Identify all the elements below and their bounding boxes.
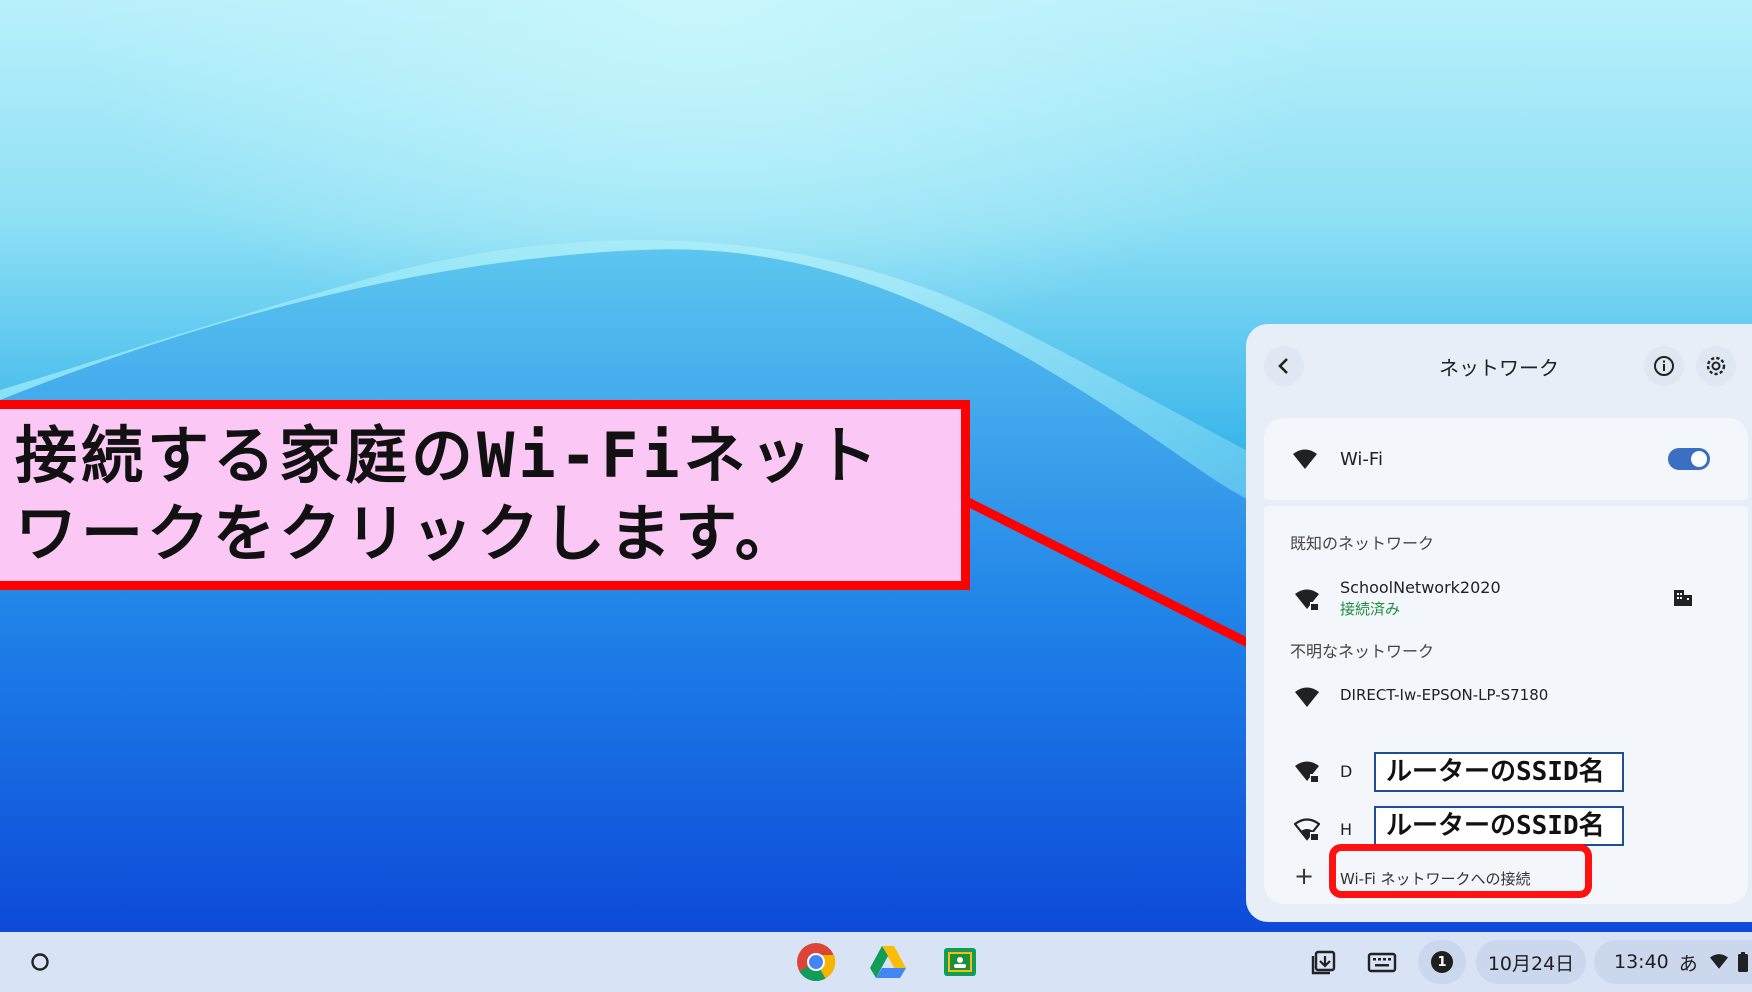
notification-count: 1 [1431,951,1453,973]
gear-icon [1706,356,1726,376]
chrome-icon[interactable] [796,942,836,982]
network-name-partial: D [1340,762,1353,781]
shelf: 1 10月24日 13:40 あ [0,932,1752,992]
battery-icon [1737,952,1748,972]
network-name: SchoolNetwork2020 [1340,578,1501,597]
launcher-icon [31,953,49,971]
wifi-label: Wi-Fi [1340,449,1383,470]
clock-text: 13:40 [1614,951,1669,973]
ime-indicator: あ [1678,952,1698,975]
highlight-box [1329,844,1592,898]
wifi-lock-icon [1295,761,1319,782]
network-name: DIRECT-Iw-EPSON-LP-S7180 [1340,686,1549,704]
unknown-networks-heading: 不明なネットワーク [1290,642,1435,661]
network-item-router-1[interactable]: D ルーターのSSID名 [1264,746,1748,796]
network-item-epson[interactable]: DIRECT-Iw-EPSON-LP-S7180 [1264,666,1748,724]
info-button[interactable] [1644,346,1684,386]
wifi-icon [1295,687,1319,707]
annotation-callout: 接続する家庭のWi-Fiネット ワークをクリックします。 [0,400,970,590]
known-networks-heading: 既知のネットワーク [1290,534,1435,553]
classroom-icon[interactable] [940,942,980,982]
wifi-weak-lock-icon [1294,818,1320,841]
wifi-status-icon [1709,954,1728,969]
notification-badge[interactable]: 1 [1418,940,1466,984]
plus-icon: + [1294,862,1315,890]
annotation-line-2: ワークをクリックします。 [15,497,801,570]
annotation-line-1: 接続する家庭のWi-Fiネット [15,419,882,492]
date-tray[interactable]: 10月24日 [1476,940,1586,984]
wifi-toggle-row[interactable]: Wi-Fi [1264,418,1748,500]
launcher-button[interactable] [20,942,60,982]
ssid-overlay-label: ルーターのSSID名 [1374,752,1624,792]
drive-icon[interactable] [868,942,908,982]
network-item-known[interactable]: SchoolNetwork2020 接続済み [1264,568,1748,630]
network-panel: ネットワーク Wi-Fi 既知のネットワーク SchoolNetwork2020… [1246,324,1752,922]
network-status: 接続済み [1340,600,1401,618]
enterprise-building-icon [1674,590,1692,606]
date-text: 10月24日 [1487,952,1575,975]
holding-space-icon[interactable] [1304,942,1344,982]
wifi-lock-icon [1295,589,1319,610]
keyboard-icon[interactable] [1362,942,1402,982]
wifi-icon [1293,449,1317,469]
info-icon [1654,356,1674,376]
status-tray[interactable]: 13:40 あ [1594,940,1752,984]
wifi-toggle[interactable] [1668,448,1710,470]
network-name-partial: H [1340,820,1353,839]
settings-button[interactable] [1696,346,1736,386]
toggle-knob [1691,451,1707,467]
ssid-overlay-label: ルーターのSSID名 [1374,806,1624,846]
network-list: 既知のネットワーク SchoolNetwork2020 接続済み 不明なネットワ… [1264,506,1748,904]
